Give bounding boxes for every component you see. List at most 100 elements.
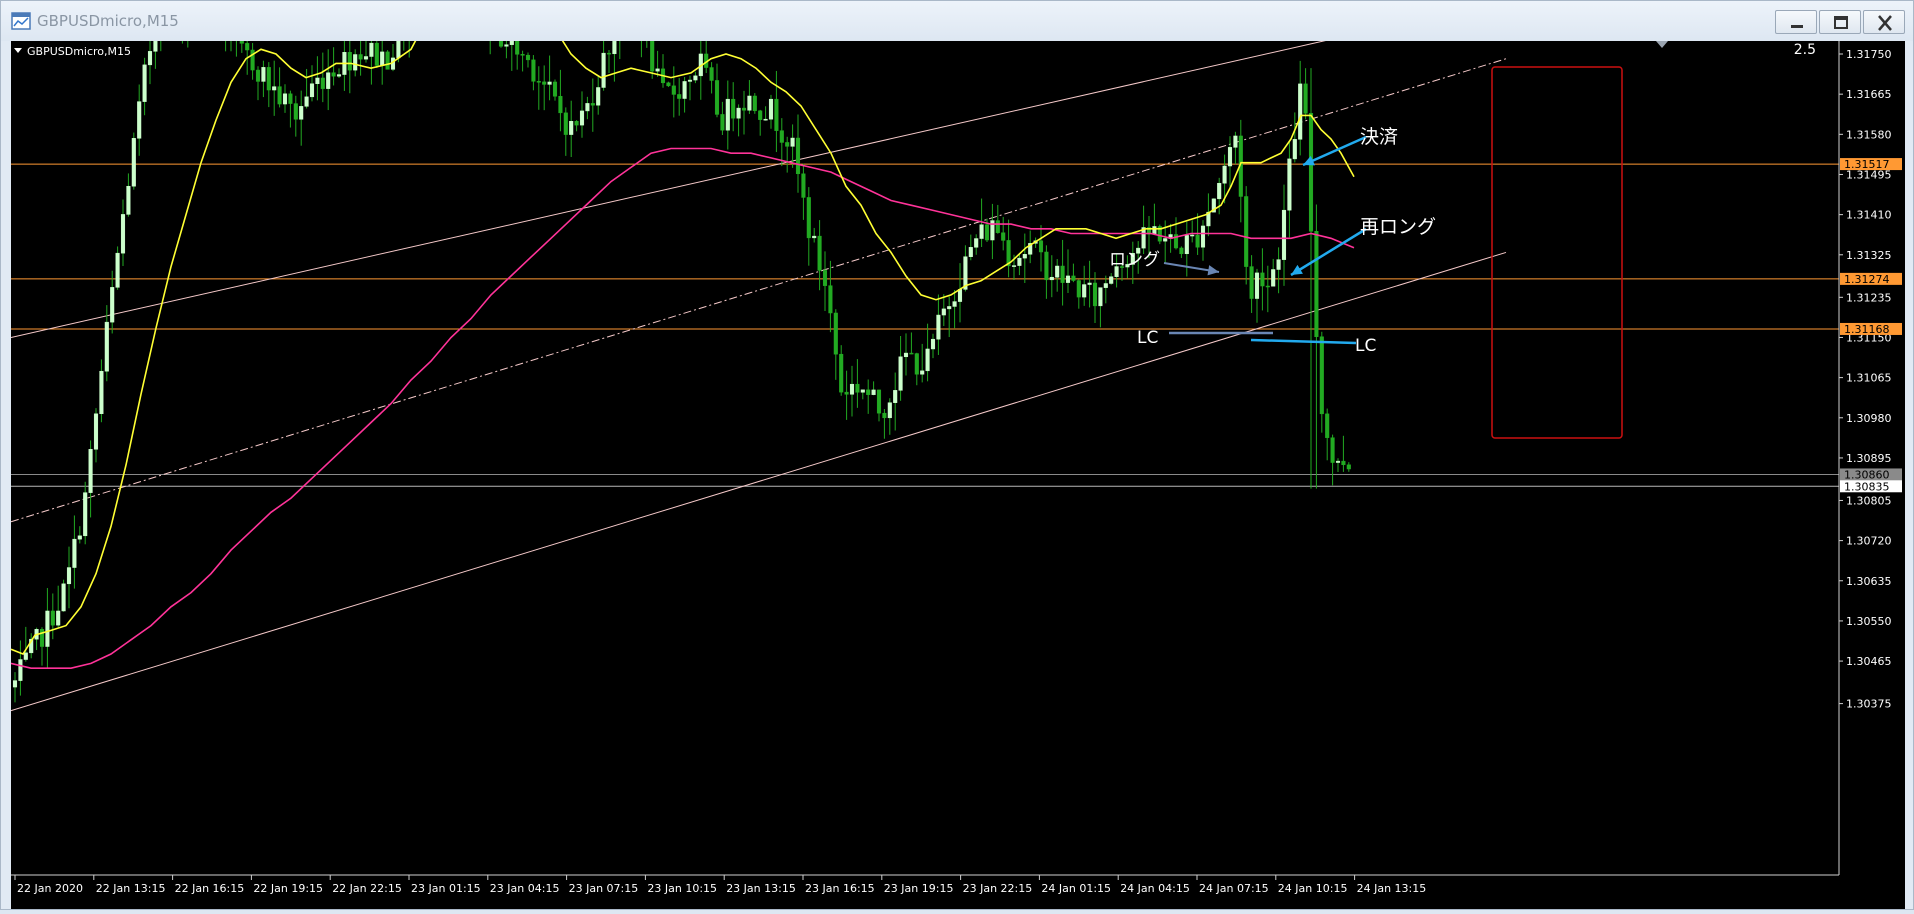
candle-body bbox=[1163, 238, 1168, 242]
x-tick-label: 24 Jan 07:15 bbox=[1199, 882, 1269, 895]
candle-body bbox=[747, 95, 752, 111]
title-bar: GBPUSDmicro,M15 bbox=[1, 1, 1913, 41]
lc-line-right bbox=[1250, 338, 1357, 345]
chart-menu-triangle-icon[interactable] bbox=[14, 48, 22, 53]
candle-body bbox=[1060, 265, 1065, 283]
candle-body bbox=[1179, 247, 1184, 255]
candle-body bbox=[1319, 336, 1324, 415]
restore-button[interactable] bbox=[1819, 10, 1861, 34]
x-tick-label: 22 Jan 16:15 bbox=[175, 882, 245, 895]
candle-body bbox=[714, 80, 720, 115]
candle-body bbox=[768, 98, 774, 120]
chart-area[interactable]: 決済 再ロング ロング LC LC 1.31750 1.31665 1.31580 1.314… bbox=[10, 0, 1905, 909]
candle-body bbox=[947, 306, 952, 310]
candle-body bbox=[1098, 287, 1103, 307]
y-tick-label: 1.31235 bbox=[1846, 291, 1892, 304]
price-label: 1.31274 bbox=[1844, 273, 1890, 286]
highlight-box bbox=[1491, 66, 1623, 439]
candle-body bbox=[61, 583, 66, 612]
candle-body bbox=[671, 85, 676, 95]
candle-body bbox=[520, 54, 525, 56]
candle-body bbox=[239, 39, 244, 44]
candle-body bbox=[822, 270, 828, 286]
candle-body bbox=[677, 94, 682, 99]
candle-body bbox=[1335, 460, 1341, 463]
candle-body bbox=[871, 389, 876, 395]
candle-body bbox=[736, 107, 741, 119]
candle-body bbox=[1308, 113, 1314, 232]
candle-body bbox=[1017, 257, 1022, 266]
x-tick-label: 22 Jan 22:15 bbox=[332, 882, 402, 895]
candle-body bbox=[752, 95, 757, 112]
long-arrow-head bbox=[1207, 265, 1219, 276]
x-tick-label: 22 Jan 13:15 bbox=[96, 882, 166, 895]
lc-right-label: LC bbox=[1355, 336, 1376, 356]
candle-body bbox=[126, 185, 131, 215]
candle-body bbox=[304, 96, 309, 107]
candle-body bbox=[903, 352, 909, 358]
candle-body bbox=[1190, 234, 1195, 237]
restore-icon bbox=[1834, 16, 1848, 29]
candle-body bbox=[974, 238, 979, 248]
window-title: GBPUSDmicro,M15 bbox=[37, 12, 179, 30]
price-chart[interactable]: 決済再ロングロング LC LC 1.31750 1.31665 1.31580 1.314… bbox=[10, 0, 1905, 909]
candle-body bbox=[72, 538, 77, 568]
candle-body bbox=[655, 68, 660, 72]
candle-body bbox=[898, 356, 903, 391]
candle-body bbox=[1330, 437, 1335, 463]
channel-line bbox=[10, 251, 1507, 712]
candle-body bbox=[120, 214, 126, 254]
candle-body bbox=[374, 42, 379, 66]
x-tick-label: 24 Jan 01:15 bbox=[1041, 882, 1111, 895]
close-icon bbox=[1878, 15, 1892, 31]
candle-body bbox=[682, 81, 687, 99]
shift-marker-icon[interactable] bbox=[1656, 41, 1668, 48]
candle-body bbox=[801, 173, 806, 198]
candle-body bbox=[1082, 284, 1087, 298]
candle-body bbox=[498, 20, 504, 47]
candle-body bbox=[1271, 269, 1276, 287]
x-tick-label: 24 Jan 13:15 bbox=[1357, 882, 1427, 895]
candle-body bbox=[790, 137, 795, 147]
candle-body bbox=[380, 51, 385, 66]
terminal-window: GBPUSDmicro,M15 決済 再ロング ロング LC LC 1.31750 1.3… bbox=[0, 0, 1914, 910]
lc-left-label: LC bbox=[1137, 328, 1158, 348]
candle-body bbox=[509, 37, 514, 45]
close-button[interactable] bbox=[1863, 10, 1905, 34]
x-tick-label: 23 Jan 10:15 bbox=[647, 882, 717, 895]
candle-body bbox=[612, 30, 617, 55]
candle-body bbox=[574, 121, 579, 126]
candle-body bbox=[806, 197, 811, 239]
candle-body bbox=[1055, 265, 1060, 278]
candle-body bbox=[282, 93, 288, 105]
candle-body bbox=[515, 37, 520, 55]
candle-body bbox=[979, 224, 984, 239]
channel-line bbox=[10, 58, 1507, 523]
candle-body bbox=[88, 449, 93, 493]
candle-body bbox=[828, 285, 833, 314]
candle-body bbox=[1265, 285, 1270, 288]
candle-body bbox=[941, 308, 946, 316]
candle-body bbox=[817, 235, 822, 271]
chart-window-icon bbox=[11, 12, 31, 30]
candle-body bbox=[968, 247, 973, 257]
y-tick-label: 1.31065 bbox=[1846, 372, 1892, 385]
minimize-button[interactable] bbox=[1775, 10, 1817, 34]
candle-body bbox=[876, 389, 882, 414]
candle-body bbox=[56, 610, 61, 626]
y-tick-label: 1.31750 bbox=[1846, 48, 1892, 61]
candle-body bbox=[272, 86, 277, 91]
candle-body bbox=[536, 81, 541, 83]
candle-body bbox=[266, 67, 271, 91]
candle-body bbox=[930, 338, 936, 350]
y-tick-label: 1.30375 bbox=[1846, 698, 1892, 711]
candle-body bbox=[1195, 234, 1200, 248]
y-tick-label: 1.30550 bbox=[1846, 615, 1892, 628]
candle-body bbox=[104, 321, 109, 372]
candle-body bbox=[849, 383, 855, 395]
candle-body bbox=[369, 42, 374, 57]
candle-body bbox=[585, 103, 590, 112]
candle-body bbox=[261, 67, 266, 82]
candle-body bbox=[1222, 165, 1227, 184]
candle-body bbox=[277, 86, 282, 105]
